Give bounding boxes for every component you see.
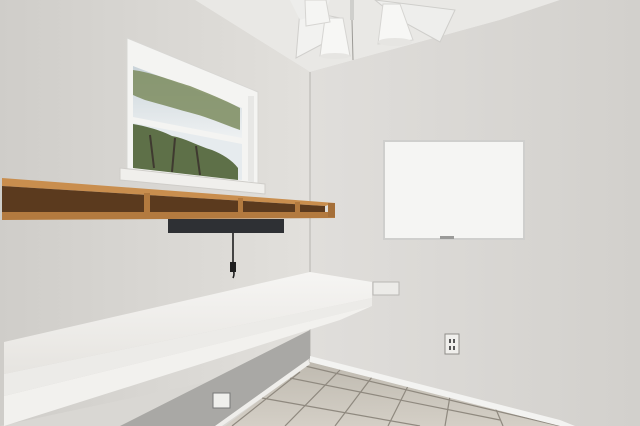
- room-photo: [0, 0, 640, 426]
- cord-plug: [230, 262, 236, 272]
- outlet-slot: [449, 346, 451, 350]
- fan-downrod: [350, 0, 354, 20]
- floor-outlet: [212, 392, 231, 409]
- desk-outlet: [372, 281, 400, 296]
- whiteboard: [383, 140, 525, 240]
- fan-light-1-rim: [320, 53, 350, 59]
- fan-light-2-rim: [378, 38, 412, 46]
- under-shelf-light: [168, 219, 284, 233]
- outlet-slot: [449, 339, 451, 343]
- shelf-divider-2: [238, 198, 243, 216]
- whiteboard-surface: [385, 142, 523, 238]
- shelf-divider-3: [295, 202, 300, 216]
- fan-light-3: [304, 0, 331, 27]
- window-latch: [248, 96, 254, 182]
- shelf-end: [328, 203, 335, 217]
- wall-outlet: [444, 333, 460, 355]
- shelf-divider-1: [144, 193, 150, 215]
- outlet-slot: [453, 346, 455, 350]
- outlet-slot: [453, 339, 455, 343]
- whiteboard-tray: [440, 236, 454, 239]
